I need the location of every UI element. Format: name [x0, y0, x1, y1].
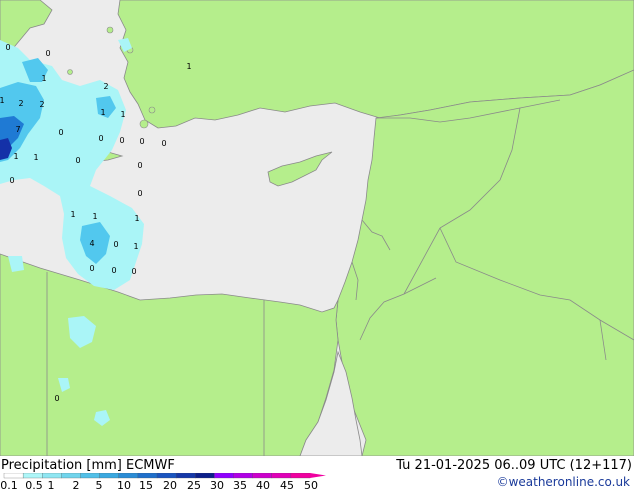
- colorbar-tick-label: 50: [304, 479, 318, 490]
- precip-value-label: 1: [13, 152, 18, 161]
- precip-value-label: 0: [75, 156, 80, 165]
- precip-value-label: 1: [41, 74, 46, 83]
- precip-value-label: 1: [186, 62, 191, 71]
- colorbar-swatch: [3, 473, 24, 479]
- precip-value-label: 7: [15, 125, 20, 134]
- precip-value-label: 1: [33, 153, 38, 162]
- precip-value-label: 0: [111, 266, 116, 275]
- precip-value-label: 4: [89, 239, 94, 248]
- colorbar-swatch: [42, 473, 62, 479]
- colorbar-tick-label: 30: [210, 479, 224, 490]
- colorbar-swatch: [22, 473, 43, 479]
- precip-value-label: 0: [113, 240, 118, 249]
- precip-value-label: 1: [134, 214, 139, 223]
- legend-title: Precipitation [mm] ECMWF: [1, 458, 175, 473]
- colorbar-tick-label: 0.5: [25, 479, 43, 490]
- colorbar-swatch: [80, 473, 101, 479]
- colorbar-swatch: [195, 473, 215, 479]
- colorbar-tick-label: 35: [233, 479, 247, 490]
- valid-time: Tu 21-01-2025 06..09 UTC (12+117): [396, 458, 632, 473]
- colorbar-swatch: [61, 473, 81, 479]
- colorbar-tick-label: 10: [117, 479, 131, 490]
- precip-value-label: 0: [131, 267, 136, 276]
- precip-value-label: 1: [100, 108, 105, 117]
- precip-value-label: 0: [89, 264, 94, 273]
- colorbar-tick-label: 25: [187, 479, 201, 490]
- precip-value-label: 2: [18, 99, 23, 108]
- precip-value-label: 0: [161, 139, 166, 148]
- colorbar-swatch: [99, 473, 120, 479]
- precip-value-label: 0: [139, 137, 144, 146]
- precipitation-map: 001121 2 21 17 00 0 0 01 1 00001 1 14 0 10 0 00: [0, 0, 634, 490]
- colorbar-swatch: [252, 473, 273, 479]
- precip-value-label: 0: [9, 176, 14, 185]
- precip-value-label: 1: [70, 210, 75, 219]
- land-middle-east: [335, 69, 634, 457]
- colorbar-swatch: [175, 473, 196, 479]
- colorbar-swatch: [118, 473, 139, 479]
- precip-value-label: 0: [98, 134, 103, 143]
- colorbar-tick-label: 20: [163, 479, 177, 490]
- precip-value-label: 2: [39, 100, 44, 109]
- precip-value-label: 1: [92, 212, 97, 221]
- colorbar-tick-label: 1: [48, 479, 55, 490]
- colorbar-tick-label: 40: [256, 479, 270, 490]
- colorbar-tick-label: 45: [280, 479, 294, 490]
- precip-value-label: 1: [133, 242, 138, 251]
- precip-value-label: 0: [45, 49, 50, 58]
- colorbar-swatch: [156, 473, 177, 479]
- precip-value-label: 0: [137, 189, 142, 198]
- precipitation-colorbar: 0.1 0.5 1 2 5 10 15 20 25 30 35 40 45 50: [0, 473, 326, 490]
- colorbar-swatch: [233, 473, 254, 479]
- precip-value-label: 0: [119, 136, 124, 145]
- colorbar-swatch: [271, 473, 292, 479]
- precip-value-label: 0: [137, 161, 142, 170]
- colorbar-tick-label: 15: [139, 479, 153, 490]
- precip-value-label: 2: [103, 82, 108, 91]
- precip-value-label: 1: [0, 96, 5, 105]
- colorbar-swatch: [214, 473, 234, 479]
- colorbar-swatch: [137, 473, 158, 479]
- precip-value-label: 0: [58, 128, 63, 137]
- colorbar-tick-label: 0.1: [0, 479, 18, 490]
- colorbar-tick-label: 5: [96, 479, 103, 490]
- credit-link[interactable]: ©weatheronline.co.uk: [497, 475, 630, 489]
- colorbar-swatch: [290, 473, 311, 479]
- precip-value-label: 0: [54, 394, 59, 403]
- colorbar-arrow: [310, 473, 326, 478]
- precip-value-label: 1: [120, 110, 125, 119]
- precip-value-label: 0: [5, 43, 10, 52]
- colorbar-tick-label: 2: [73, 479, 80, 490]
